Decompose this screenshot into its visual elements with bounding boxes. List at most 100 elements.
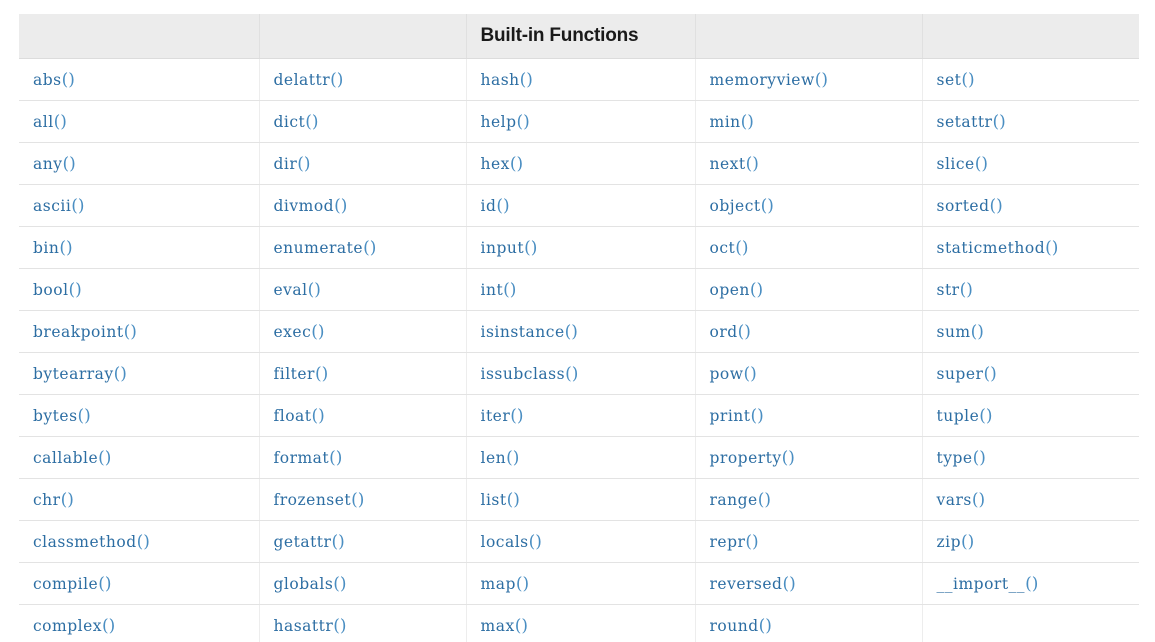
function-cell[interactable]: enumerate()	[259, 226, 467, 269]
function-cell[interactable]: eval()	[259, 268, 467, 311]
function-cell[interactable]: super()	[922, 352, 1139, 395]
function-cell[interactable]: callable()	[19, 436, 260, 479]
function-name: hex	[480, 154, 510, 173]
function-cell[interactable]: chr()	[19, 478, 260, 521]
function-name: iter	[480, 406, 511, 425]
function-parens: ()	[68, 279, 82, 300]
function-cell[interactable]: next()	[695, 142, 923, 185]
function-name: tuple	[936, 406, 980, 425]
function-cell[interactable]: oct()	[695, 226, 923, 269]
function-cell[interactable]: min()	[695, 100, 923, 143]
function-cell[interactable]: complex()	[19, 604, 260, 642]
function-cell[interactable]: setattr()	[922, 100, 1139, 143]
function-cell[interactable]: divmod()	[259, 184, 467, 227]
table-header-cell-empty-0	[19, 14, 260, 59]
function-name: open	[709, 280, 750, 299]
function-cell[interactable]: globals()	[259, 562, 467, 605]
function-cell[interactable]: compile()	[19, 562, 260, 605]
page-root: Built-in Functions abs() delattr() hash() m…	[0, 0, 1155, 642]
function-parens: ()	[503, 279, 517, 300]
function-cell[interactable]: delattr()	[259, 58, 467, 101]
function-cell[interactable]: max()	[466, 604, 696, 642]
function-cell[interactable]: any()	[19, 142, 260, 185]
function-name: hasattr	[273, 616, 334, 635]
function-cell[interactable]: len()	[466, 436, 696, 479]
function-cell[interactable]: str()	[922, 268, 1139, 311]
function-cell[interactable]: hasattr()	[259, 604, 467, 642]
function-cell[interactable]: classmethod()	[19, 520, 260, 563]
function-cell[interactable]: map()	[466, 562, 696, 605]
table-row: callable() format() len() property() type()	[19, 436, 1139, 479]
function-cell[interactable]: object()	[695, 184, 923, 227]
function-cell[interactable]: repr()	[695, 520, 923, 563]
function-cell[interactable]: hex()	[466, 142, 696, 185]
function-name: filter	[273, 364, 315, 383]
function-cell[interactable]: frozenset()	[259, 478, 467, 521]
function-cell[interactable]: exec()	[259, 310, 467, 353]
function-cell[interactable]: property()	[695, 436, 923, 479]
function-name: dir	[273, 154, 298, 173]
function-cell[interactable]: int()	[466, 268, 696, 311]
function-cell[interactable]: vars()	[922, 478, 1139, 521]
function-cell[interactable]: abs()	[19, 58, 260, 101]
function-name: bool	[33, 280, 69, 299]
function-parens: ()	[524, 237, 538, 258]
function-name: __import__	[936, 574, 1026, 593]
function-name: list	[480, 490, 507, 509]
function-cell[interactable]: __import__()	[922, 562, 1139, 605]
function-cell[interactable]: breakpoint()	[19, 310, 260, 353]
function-cell[interactable]: bytes()	[19, 394, 260, 437]
function-cell[interactable]: sum()	[922, 310, 1139, 353]
function-name: abs	[33, 70, 62, 89]
function-cell[interactable]: id()	[466, 184, 696, 227]
function-cell[interactable]: float()	[259, 394, 467, 437]
function-cell[interactable]: hash()	[466, 58, 696, 101]
function-parens: ()	[333, 573, 347, 594]
function-parens: ()	[740, 111, 754, 132]
table-row: chr() frozenset() list() range() vars()	[19, 478, 1139, 521]
function-cell[interactable]: getattr()	[259, 520, 467, 563]
function-name: ord	[709, 322, 738, 341]
function-cell[interactable]: staticmethod()	[922, 226, 1139, 269]
function-name: breakpoint	[33, 322, 124, 341]
function-cell[interactable]: zip()	[922, 520, 1139, 563]
function-parens: ()	[983, 363, 997, 384]
function-cell[interactable]: iter()	[466, 394, 696, 437]
function-cell[interactable]: type()	[922, 436, 1139, 479]
function-cell[interactable]: tuple()	[922, 394, 1139, 437]
table-row: breakpoint() exec() isinstance() ord() sum()	[19, 310, 1139, 353]
function-name: super	[936, 364, 984, 383]
function-cell[interactable]: bin()	[19, 226, 260, 269]
function-cell[interactable]: filter()	[259, 352, 467, 395]
function-cell[interactable]: issubclass()	[466, 352, 696, 395]
function-name: float	[273, 406, 312, 425]
function-cell[interactable]: dir()	[259, 142, 467, 185]
function-cell[interactable]: bool()	[19, 268, 260, 311]
function-cell[interactable]: print()	[695, 394, 923, 437]
function-parens: ()	[972, 447, 986, 468]
function-cell[interactable]: ord()	[695, 310, 923, 353]
function-cell[interactable]: set()	[922, 58, 1139, 101]
function-parens: ()	[760, 195, 774, 216]
function-parens: ()	[519, 69, 533, 90]
function-cell[interactable]: slice()	[922, 142, 1139, 185]
function-cell[interactable]: locals()	[466, 520, 696, 563]
function-cell[interactable]: help()	[466, 100, 696, 143]
function-cell[interactable]: input()	[466, 226, 696, 269]
function-parens: ()	[749, 279, 764, 300]
function-cell[interactable]: reversed()	[695, 562, 923, 605]
function-cell[interactable]: isinstance()	[466, 310, 696, 353]
function-cell[interactable]: list()	[466, 478, 696, 521]
function-cell[interactable]: sorted()	[922, 184, 1139, 227]
function-cell[interactable]: all()	[19, 100, 260, 143]
function-cell[interactable]: open()	[695, 268, 923, 311]
function-cell[interactable]: memoryview()	[695, 58, 923, 101]
function-cell[interactable]: ascii()	[19, 184, 260, 227]
function-cell[interactable]: round()	[695, 604, 923, 642]
function-cell[interactable]: dict()	[259, 100, 467, 143]
function-cell[interactable]: range()	[695, 478, 923, 521]
function-cell[interactable]: format()	[259, 436, 467, 479]
function-cell[interactable]: bytearray()	[19, 352, 260, 395]
function-cell[interactable]: pow()	[695, 352, 923, 395]
table-row: compile() globals() map() reversed() __impor…	[19, 562, 1139, 605]
